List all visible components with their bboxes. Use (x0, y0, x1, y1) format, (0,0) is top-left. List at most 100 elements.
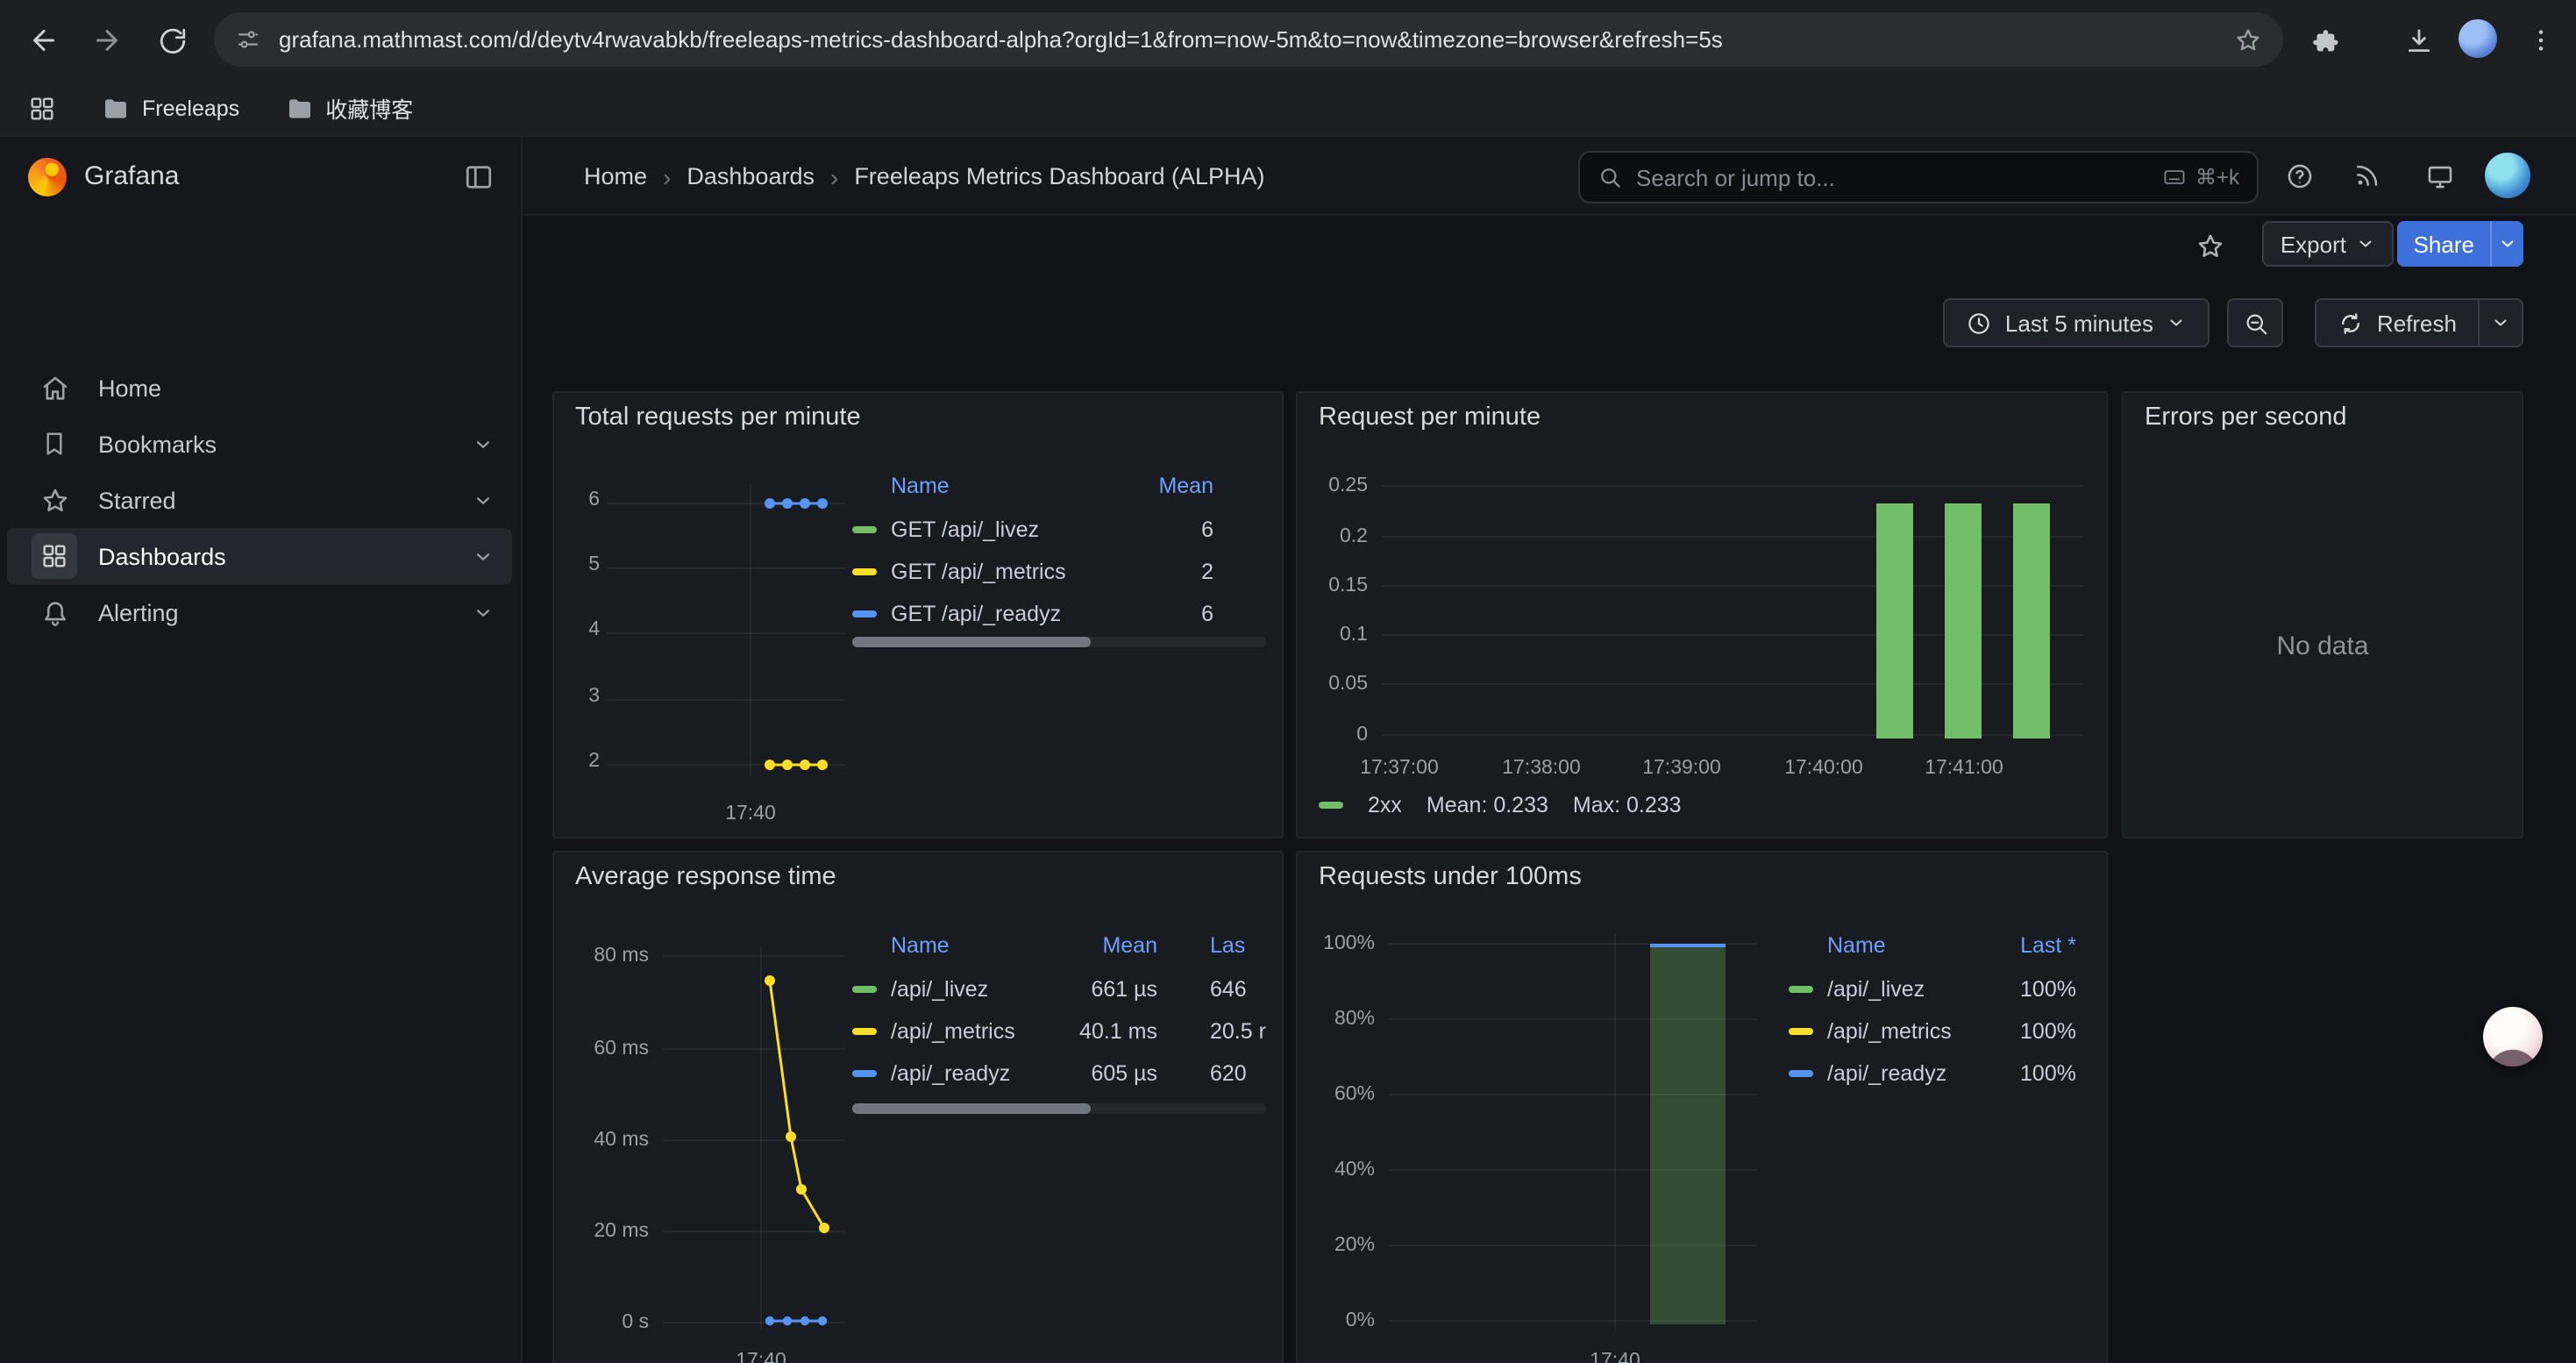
sidebar-item-starred[interactable]: Starred (7, 472, 512, 528)
folder-icon (102, 94, 130, 122)
legend-header-name[interactable]: Name (1827, 933, 1978, 958)
legend-row[interactable]: 2xx Mean: 0.233 Max: 0.233 (1319, 793, 1682, 817)
panel-average-response-time: Average response time 80 ms 60 ms 40 ms … (552, 851, 1284, 1363)
legend-header-name[interactable]: Name (891, 933, 1045, 958)
legend-row[interactable]: /api/_livez 100% (1789, 968, 2076, 1010)
line-chart[interactable] (663, 933, 845, 1340)
search-input[interactable]: Search or jump to... ⌘+k (1578, 151, 2259, 203)
breadcrumb-separator: › (663, 162, 671, 190)
bookmark-folder-freeleaps[interactable]: Freeleaps (102, 94, 239, 122)
reload-button[interactable] (146, 14, 198, 67)
chevron-down-icon[interactable] (472, 432, 495, 455)
series-color-swatch (1319, 802, 1343, 809)
legend-header-mean[interactable]: Mean (1115, 474, 1213, 498)
series-color-swatch (852, 526, 877, 533)
x-tick: 17:37:00 (1347, 758, 1452, 781)
legend-row[interactable]: /api/_readyz 100% (1789, 1053, 2076, 1095)
y-tick: 80% (1298, 1009, 1375, 1031)
chevron-down-icon (2355, 233, 2376, 254)
refresh-button[interactable]: Refresh (2316, 298, 2523, 347)
bar-chart[interactable] (1382, 474, 2083, 747)
sidebar-collapse-icon[interactable] (463, 161, 495, 192)
keyboard-shortcut: ⌘+k (2162, 165, 2239, 189)
y-tick: 0.25 (1298, 475, 1368, 498)
x-tick: 17:40:00 (1771, 758, 1876, 781)
user-avatar[interactable] (2485, 153, 2530, 198)
y-tick: 6 (554, 489, 600, 512)
forward-button[interactable] (81, 14, 133, 67)
dashboards-grid-icon (32, 533, 77, 579)
apps-grid-icon[interactable] (28, 94, 56, 122)
y-tick: 20% (1298, 1235, 1375, 1258)
clock-icon (1967, 310, 1993, 336)
export-button[interactable]: Export (2263, 221, 2394, 267)
monitor-icon[interactable] (2415, 151, 2464, 200)
legend-table: Name Mean GET /api/_livez 6 GET /api/_me… (852, 467, 1213, 635)
extensions-icon[interactable] (2297, 14, 2350, 67)
legend-scrollbar[interactable] (852, 1103, 1266, 1114)
share-button[interactable]: Share (2398, 221, 2523, 267)
panel-title[interactable]: Total requests per minute (575, 403, 861, 432)
series-color-swatch (852, 568, 877, 575)
sidebar-item-home[interactable]: Home (7, 360, 512, 416)
legend-row[interactable]: GET /api/_metrics 2 (852, 551, 1213, 593)
chevron-down-icon[interactable] (472, 601, 495, 624)
chevron-down-icon[interactable] (472, 489, 495, 511)
legend-row[interactable]: /api/_livez 661 µs 646 (852, 968, 1284, 1010)
panel-title[interactable]: Requests under 100ms (1319, 863, 1582, 891)
zoom-out-button[interactable] (2227, 298, 2283, 347)
scrollbar-thumb[interactable] (852, 1103, 1091, 1114)
panel-title[interactable]: Request per minute (1319, 403, 1541, 432)
downloads-icon[interactable] (2392, 14, 2444, 67)
bookmark-folder-blogs[interactable]: 收藏博客 (285, 91, 413, 125)
y-tick: 80 ms (554, 946, 649, 968)
url-bar[interactable]: grafana.mathmast.com/d/deytv4rwavabkb/fr… (214, 12, 2283, 67)
sidebar-item-alerting[interactable]: Alerting (7, 584, 512, 640)
legend-row[interactable]: /api/_metrics 100% (1789, 1010, 2076, 1053)
legend-header-name[interactable]: Name (891, 474, 1115, 498)
export-label: Export (2281, 231, 2346, 257)
legend-scrollbar[interactable] (852, 637, 1266, 647)
breadcrumb-dashboards[interactable]: Dashboards (687, 163, 815, 189)
site-info-icon[interactable] (235, 26, 261, 53)
legend-row[interactable]: GET /api/_livez 6 (852, 509, 1213, 551)
sidebar-item-label: Dashboards (98, 543, 226, 569)
refresh-interval-chevron[interactable] (2480, 300, 2522, 346)
bar-chart[interactable] (1389, 923, 1757, 1337)
legend-header-mean[interactable]: Mean (1045, 933, 1157, 958)
series-color-swatch (1789, 986, 1813, 993)
favorite-star-icon[interactable] (2190, 226, 2229, 265)
help-icon[interactable] (2274, 151, 2323, 200)
breadcrumb-home[interactable]: Home (584, 163, 647, 189)
profile-avatar[interactable] (2459, 19, 2497, 58)
sidebar-item-dashboards[interactable]: Dashboards (7, 528, 512, 584)
url-text: grafana.mathmast.com/d/deytv4rwavabkb/fr… (279, 26, 2217, 53)
panel-title[interactable]: Average response time (575, 863, 836, 891)
time-range-picker[interactable]: Last 5 minutes (1944, 298, 2210, 347)
browser-toolbar: grafana.mathmast.com/d/deytv4rwavabkb/fr… (0, 0, 2576, 79)
floating-avatar[interactable] (2483, 1007, 2543, 1067)
legend-row[interactable]: /api/_readyz 605 µs 620 (852, 1053, 1284, 1095)
grafana-logo[interactable] (28, 157, 67, 196)
panel-title[interactable]: Errors per second (2145, 403, 2347, 432)
y-tick: 0 s (554, 1312, 649, 1335)
legend-row[interactable]: /api/_metrics 40.1 ms 20.5 r (852, 1010, 1284, 1053)
rss-icon[interactable] (2343, 151, 2392, 200)
sidebar-item-bookmarks[interactable]: Bookmarks (7, 416, 512, 472)
back-button[interactable] (18, 14, 70, 67)
series-color-swatch (852, 986, 877, 993)
sidebar-item-label: Alerting (98, 599, 179, 625)
menu-kebab-icon[interactable] (2515, 14, 2567, 67)
legend-header-last[interactable]: Las (1157, 933, 1245, 958)
bookmark-star-icon[interactable] (2234, 25, 2262, 54)
legend-header-last[interactable]: Last * (1978, 933, 2076, 958)
share-menu-chevron[interactable] (2492, 221, 2523, 267)
line-chart[interactable] (607, 474, 845, 789)
brand-name: Grafana (84, 161, 179, 191)
chevron-down-icon[interactable] (472, 545, 495, 567)
breadcrumb: Home › Dashboards › Freeleaps Metrics Da… (584, 137, 1265, 216)
scrollbar-thumb[interactable] (852, 637, 1091, 647)
legend-row[interactable]: GET /api/_readyz 6 (852, 593, 1213, 635)
folder-icon (285, 94, 313, 122)
panel-requests-under-100ms: Requests under 100ms 100% 80% 60% 40% 20… (1296, 851, 2108, 1363)
